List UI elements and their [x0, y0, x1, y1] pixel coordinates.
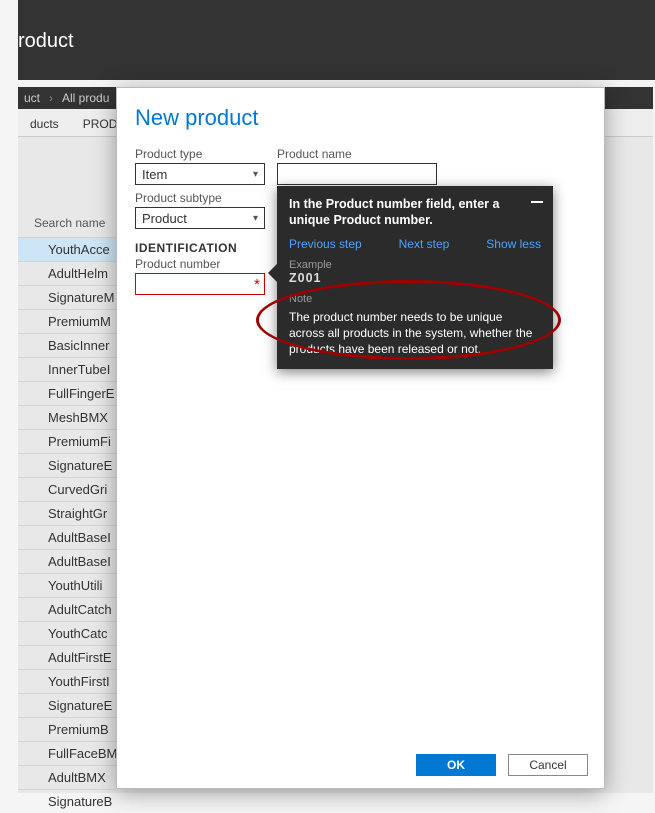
note-label: Note [289, 293, 541, 305]
chevron-down-icon: ▾ [253, 169, 258, 180]
table-row[interactable]: MeshBMX [18, 405, 116, 429]
table-row[interactable]: FullFingerE [18, 381, 116, 405]
table-row[interactable]: AdultBaseI [18, 525, 116, 549]
table-row[interactable]: SignatureB [18, 789, 116, 813]
task-guide-callout: In the Product number field, enter a uni… [277, 186, 553, 369]
table-row[interactable]: AdultFirstE [18, 645, 116, 669]
table-row[interactable]: YouthCatc [18, 621, 116, 645]
product-subtype-select[interactable]: Product ▾ [135, 207, 265, 229]
table-row[interactable]: PremiumFi [18, 429, 116, 453]
next-step-link[interactable]: Next step [399, 237, 450, 251]
table-row[interactable]: BasicInner [18, 333, 116, 357]
ok-button[interactable]: OK [416, 754, 496, 776]
note-text: The product number needs to be unique ac… [289, 309, 541, 358]
table-row[interactable]: CurvedGri [18, 477, 116, 501]
table-row[interactable]: YouthUtili [18, 573, 116, 597]
product-type-label: Product type [135, 147, 265, 161]
product-subtype-label: Product subtype [135, 191, 265, 205]
callout-title: In the Product number field, enter a uni… [289, 196, 541, 229]
grid-rows-container: YouthAcce AdultHelm SignatureM PremiumM … [18, 237, 116, 813]
table-row[interactable]: InnerTubeI [18, 357, 116, 381]
example-label: Example [289, 259, 541, 271]
product-subtype-value: Product [142, 211, 187, 226]
table-row[interactable]: FullFaceBM [18, 741, 116, 765]
callout-arrow-icon [268, 264, 277, 282]
table-row[interactable]: AdultHelm [18, 261, 116, 285]
product-type-select[interactable]: Item ▾ [135, 163, 265, 185]
grid-column-header[interactable]: Search name [30, 210, 130, 236]
product-name-label: Product name [277, 147, 437, 161]
product-name-input[interactable] [277, 163, 437, 185]
table-row[interactable]: YouthAcce [18, 237, 116, 261]
product-type-value: Item [142, 167, 167, 182]
example-value: Z001 [289, 271, 541, 285]
tab-item[interactable]: ducts [18, 112, 71, 136]
table-row[interactable]: AdultBaseI [18, 549, 116, 573]
table-row[interactable]: AdultBMX [18, 765, 116, 789]
app-header: roduct [18, 0, 655, 80]
breadcrumb-item[interactable]: All produ [56, 88, 115, 108]
page-title: roduct [18, 30, 74, 53]
table-row[interactable]: AdultCatch [18, 597, 116, 621]
previous-step-link[interactable]: Previous step [289, 237, 362, 251]
cancel-button[interactable]: Cancel [508, 754, 588, 776]
table-row[interactable]: PremiumM [18, 309, 116, 333]
table-row[interactable]: SignatureE [18, 453, 116, 477]
show-less-link[interactable]: Show less [486, 237, 541, 251]
product-number-input[interactable]: * [135, 273, 265, 295]
dialog-title: New product [117, 88, 604, 141]
required-asterisk-icon: * [254, 276, 260, 293]
table-row[interactable]: YouthFirstI [18, 669, 116, 693]
breadcrumb-item[interactable]: uct [18, 88, 46, 108]
chevron-down-icon: ▾ [253, 213, 258, 224]
table-row[interactable]: PremiumB [18, 717, 116, 741]
table-row[interactable]: StraightGr [18, 501, 116, 525]
minimize-icon[interactable] [531, 201, 543, 213]
table-row[interactable]: SignatureE [18, 693, 116, 717]
chevron-right-icon: › [46, 91, 56, 105]
table-row[interactable]: SignatureM [18, 285, 116, 309]
